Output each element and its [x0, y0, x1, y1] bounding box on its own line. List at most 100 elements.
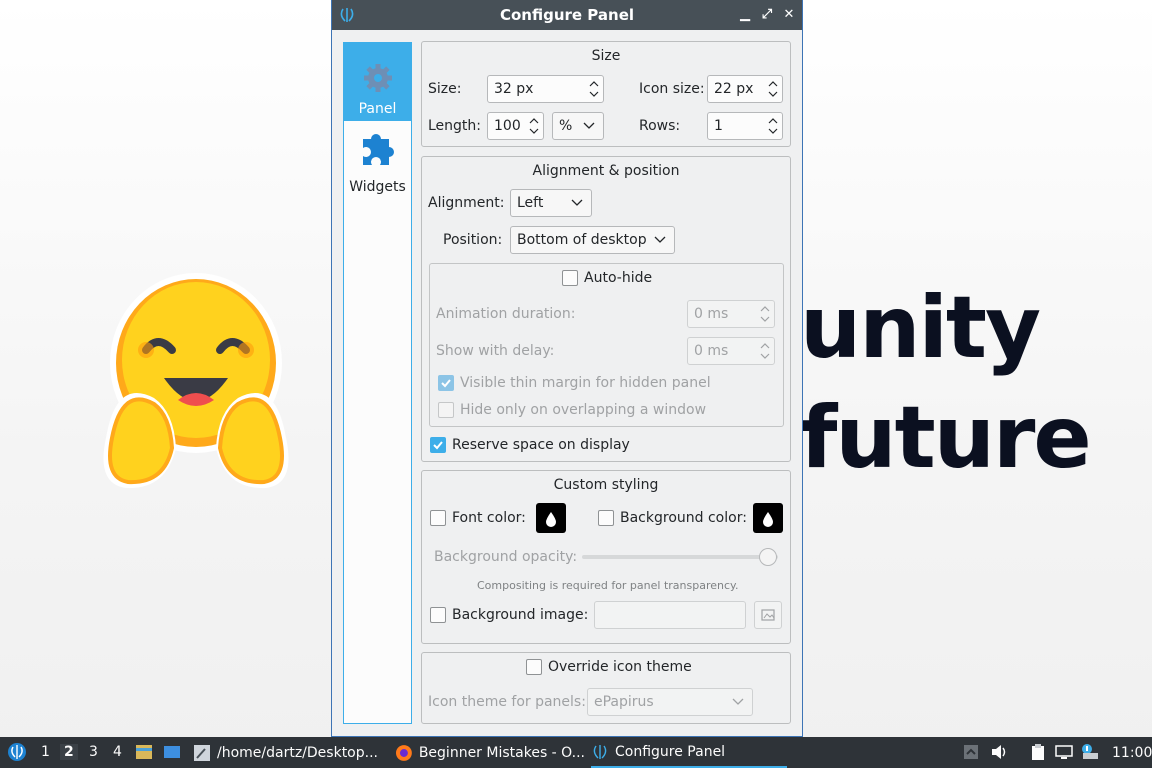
animation-duration-value: 0 ms [694, 306, 729, 322]
position-label: Position: [443, 232, 503, 248]
background-color-checkbox[interactable] [598, 510, 614, 526]
size-group-title: Size [591, 48, 621, 64]
spin-arrows-icon[interactable] [529, 116, 539, 136]
gear-icon [363, 64, 392, 92]
app-menu-icon[interactable] [7, 742, 27, 762]
spin-arrows-icon[interactable] [589, 79, 599, 99]
notification-icon[interactable] [1081, 743, 1099, 761]
icon-theme-combo[interactable]: ePapirus [587, 688, 753, 716]
thin-margin-checkbox[interactable] [438, 375, 454, 391]
task-label: /home/dartz/Desktop... [217, 744, 378, 761]
close-button[interactable]: ✕ [782, 6, 796, 22]
autohide-checkbox[interactable] [562, 270, 578, 286]
firefox-icon [395, 744, 412, 761]
chevron-down-icon [583, 122, 595, 129]
panel-config-icon [593, 744, 607, 759]
size-label: Size: [428, 81, 462, 97]
file-manager-icon[interactable] [135, 743, 153, 761]
overlap-label: Hide only on overlapping a window [460, 402, 707, 418]
nav-item-panel[interactable]: Panel [344, 43, 411, 121]
workspace-3[interactable]: 3 [89, 744, 98, 760]
size-spinbox[interactable]: 32 px [487, 75, 604, 103]
task-label: Configure Panel [615, 743, 726, 760]
icon-size-spinbox[interactable]: 22 px [707, 75, 783, 103]
length-unit-combo[interactable]: % [552, 112, 604, 140]
nav-item-label: Widgets [349, 179, 406, 195]
length-value: 100 [494, 118, 521, 134]
rows-value: 1 [714, 118, 723, 134]
chevron-down-icon [732, 698, 744, 705]
background-image-label: Background image: [452, 607, 589, 623]
clipboard-icon[interactable] [1029, 743, 1047, 761]
icon-theme-group: Override icon theme Icon theme for panel… [421, 652, 791, 724]
minimize-button[interactable]: ▁ [738, 6, 752, 22]
font-color-checkbox[interactable] [430, 510, 446, 526]
browse-image-button[interactable] [754, 601, 782, 629]
length-label: Length: [428, 118, 482, 134]
workspace-1[interactable]: 1 [41, 744, 50, 760]
alignment-group: Alignment & position Alignment: Left Pos… [421, 156, 791, 462]
length-spinbox[interactable]: 100 [487, 112, 544, 140]
taskbar: 1 2 3 4 /home/dartz/Desktop... Beginner … [0, 737, 1152, 768]
override-icon-theme-checkbox[interactable] [526, 659, 542, 675]
task-text-editor[interactable]: /home/dartz/Desktop... [193, 737, 383, 768]
background-opacity-slider[interactable] [582, 555, 778, 559]
background-image-checkbox[interactable] [430, 607, 446, 623]
icon-size-label: Icon size: [639, 81, 705, 97]
size-group: Size Size: 32 px Icon size: 22 px Length… [421, 41, 791, 147]
volume-icon[interactable] [990, 743, 1008, 761]
font-color-label: Font color: [452, 510, 526, 526]
background-color-button[interactable] [753, 503, 783, 533]
color-drop-icon [546, 512, 556, 527]
task-firefox[interactable]: Beginner Mistakes - O... [395, 737, 585, 768]
tray-expand-icon[interactable] [962, 743, 980, 761]
lxqt-icon [340, 8, 354, 22]
rows-label: Rows: [639, 118, 681, 134]
puzzle-icon [362, 134, 394, 165]
nav-item-widgets[interactable]: Widgets [344, 121, 411, 199]
checkmark-icon [433, 441, 443, 450]
reserve-space-checkbox[interactable] [430, 437, 446, 453]
size-value: 32 px [494, 81, 534, 97]
clock[interactable]: 11:00 [1112, 737, 1152, 768]
hugging-face-emoji [103, 273, 289, 489]
rows-spinbox[interactable]: 1 [707, 112, 783, 140]
alignment-group-title: Alignment & position [532, 163, 680, 179]
animation-duration-spinbox[interactable]: 0 ms [687, 300, 775, 328]
spin-arrows-icon[interactable] [760, 304, 770, 324]
nav-item-label: Panel [358, 101, 397, 117]
autohide-label: Auto-hide [584, 270, 653, 286]
overlap-checkbox[interactable] [438, 402, 454, 418]
workspace-4[interactable]: 4 [113, 744, 122, 760]
network-icon[interactable] [1055, 743, 1073, 761]
maximize-button[interactable]: ⤢ [760, 6, 774, 22]
spin-arrows-icon[interactable] [768, 116, 778, 136]
show-delay-spinbox[interactable]: 0 ms [687, 337, 775, 365]
position-combo[interactable]: Bottom of desktop [510, 226, 675, 254]
configure-panel-window: Configure Panel ▁ ⤢ ✕ Panel Widgets Size… [331, 0, 803, 737]
text-editor-icon [194, 744, 210, 761]
icon-theme-value: ePapirus [594, 694, 654, 710]
background-opacity-handle[interactable] [759, 548, 777, 566]
chevron-down-icon [654, 236, 666, 243]
workspace-2[interactable]: 2 [60, 744, 78, 760]
custom-styling-title: Custom styling [553, 477, 659, 493]
wallpaper-text-line2: future [800, 388, 1092, 488]
spin-arrows-icon[interactable] [760, 341, 770, 361]
show-desktop-icon[interactable] [163, 743, 181, 761]
font-color-button[interactable] [536, 503, 566, 533]
window-titlebar[interactable]: Configure Panel ▁ ⤢ ✕ [332, 0, 802, 30]
alignment-label: Alignment: [428, 195, 505, 211]
thin-margin-label: Visible thin margin for hidden panel [460, 375, 711, 391]
reserve-space-label: Reserve space on display [452, 437, 630, 453]
task-configure-panel[interactable]: Configure Panel [591, 737, 787, 768]
background-color-label: Background color: [620, 510, 747, 526]
spin-arrows-icon[interactable] [768, 79, 778, 99]
image-browse-icon [761, 609, 775, 621]
icon-theme-label: Icon theme for panels: [428, 694, 586, 710]
chevron-down-icon [571, 199, 583, 206]
alignment-combo[interactable]: Left [510, 189, 592, 217]
checkmark-icon [441, 379, 451, 388]
background-image-field[interactable] [594, 601, 746, 629]
wallpaper-text-line1: unity [800, 278, 1041, 378]
